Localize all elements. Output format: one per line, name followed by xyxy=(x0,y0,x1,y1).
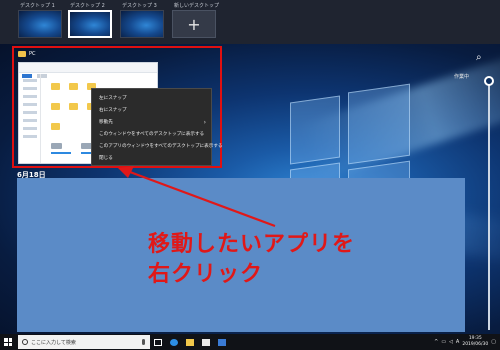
mail-icon xyxy=(218,338,226,346)
store-icon xyxy=(202,338,210,346)
timeline-scrollbar[interactable] xyxy=(488,80,490,330)
timeline-label: 作業中 xyxy=(454,74,470,80)
system-tray: ^ ▭ ◁ A 19:35 2019/06/30 ▢ xyxy=(434,336,500,348)
windows-icon xyxy=(4,338,12,346)
start-button[interactable] xyxy=(0,334,16,350)
timeline-knob[interactable] xyxy=(484,76,494,86)
search-input[interactable]: ここに入力して検索 xyxy=(18,335,150,349)
ime-indicator[interactable]: A xyxy=(456,339,459,345)
chevron-up-icon[interactable]: ^ xyxy=(434,339,438,345)
folder-icon xyxy=(186,338,194,346)
mail-button[interactable] xyxy=(214,334,230,350)
search-placeholder: ここに入力して検索 xyxy=(31,339,76,346)
edge-button[interactable] xyxy=(166,334,182,350)
taskbar: ここに入力して検索 ^ ▭ ◁ A 19:35 2019/06/30 ▢ xyxy=(0,334,500,350)
edge-icon xyxy=(170,338,178,346)
task-view-button[interactable] xyxy=(150,334,166,350)
clock[interactable]: 19:35 2019/06/30 xyxy=(462,336,488,348)
annotation-text: 移動したいアプリを 右クリック xyxy=(148,230,355,290)
task-view-icon xyxy=(154,338,162,346)
microphone-icon[interactable] xyxy=(142,339,145,345)
clock-date: 2019/06/30 xyxy=(462,342,489,347)
annotation-arrow xyxy=(118,166,276,228)
explorer-button[interactable] xyxy=(182,334,198,350)
store-button[interactable] xyxy=(198,334,214,350)
notification-icon[interactable]: ▢ xyxy=(491,339,496,345)
annotation-line: 右クリック xyxy=(148,262,264,287)
search-icon[interactable]: ⌕ xyxy=(476,52,482,63)
network-icon[interactable]: ▭ xyxy=(441,339,446,345)
annotation-line: 移動したいアプリを xyxy=(148,232,356,257)
search-icon xyxy=(22,339,28,345)
volume-icon[interactable]: ◁ xyxy=(449,339,453,345)
